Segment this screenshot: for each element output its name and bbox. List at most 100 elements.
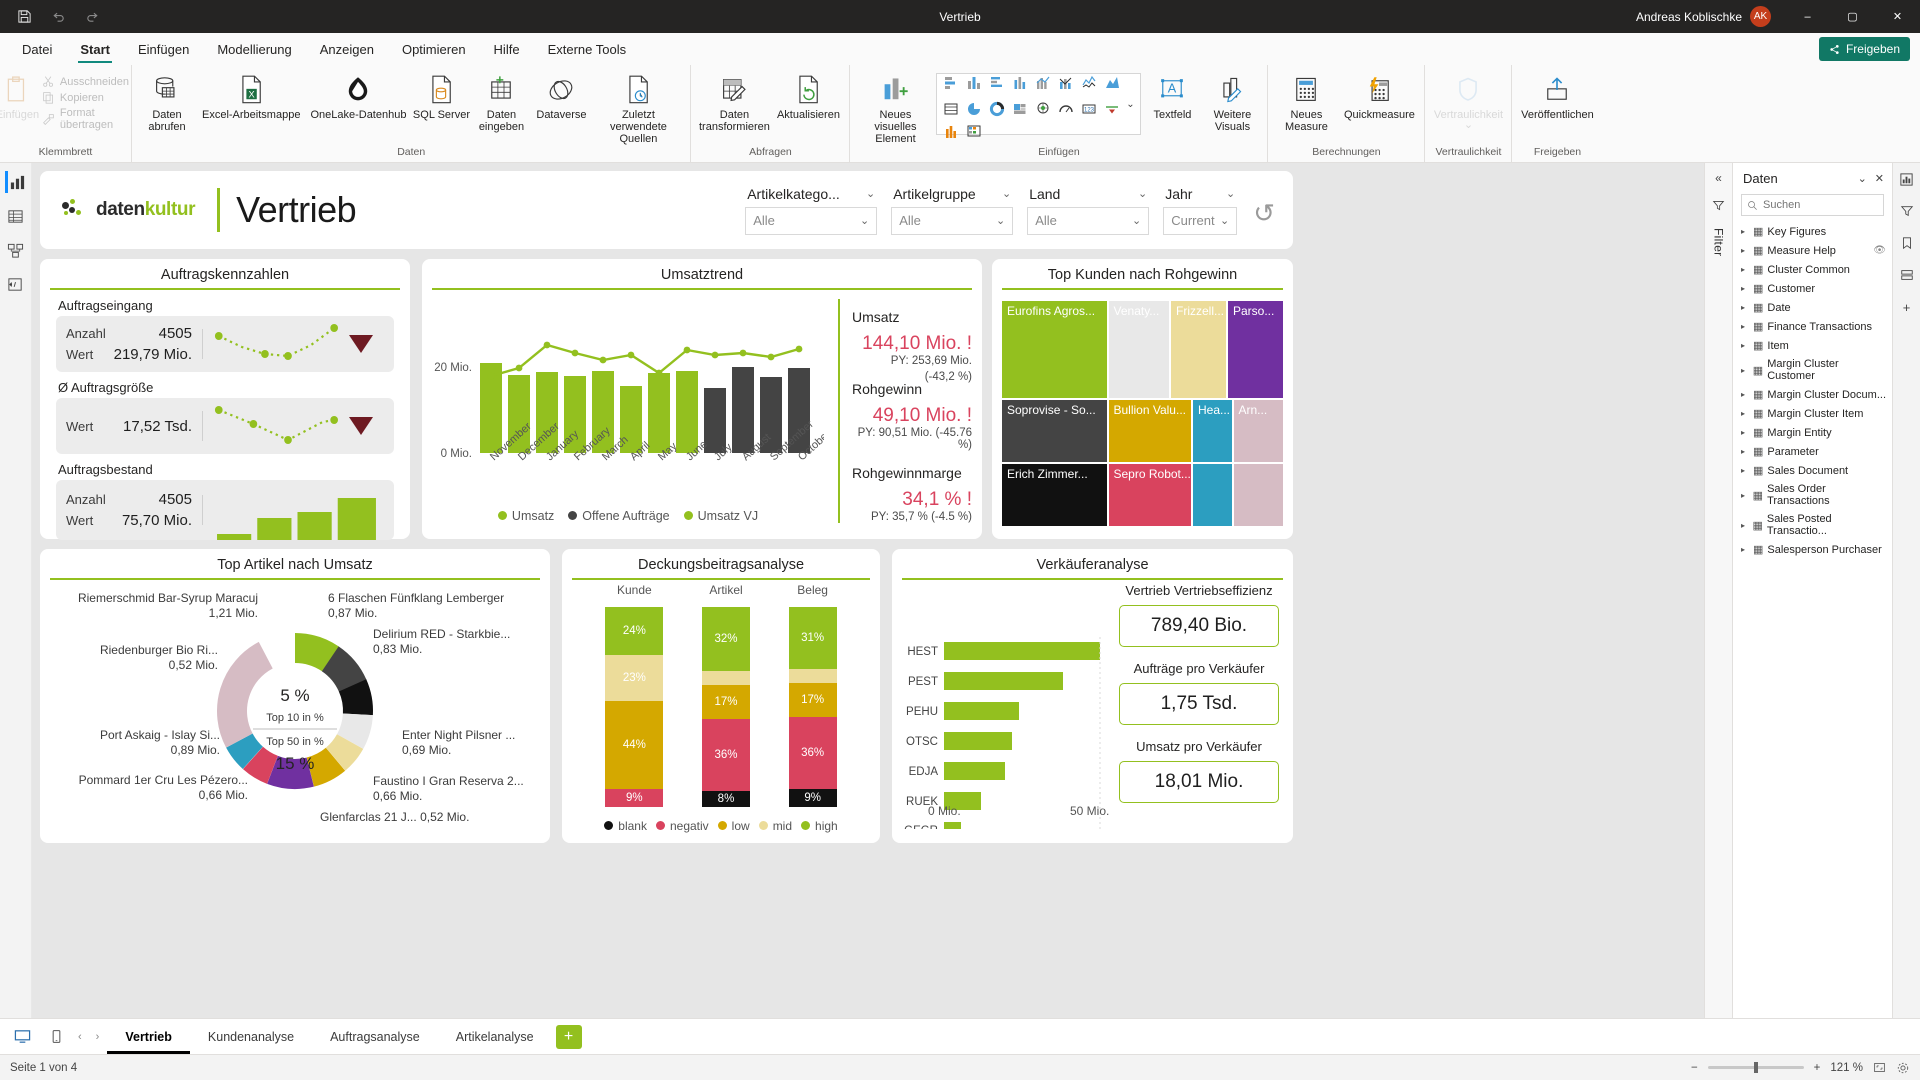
slicer-artikelkategorie[interactable]: Artikelkatego... ⌄ Alle ⌄ bbox=[745, 186, 878, 235]
visualizations-pane-icon[interactable] bbox=[1897, 169, 1917, 189]
chevron-left-double-icon[interactable]: « bbox=[1715, 171, 1722, 185]
donut-chart-icon[interactable] bbox=[986, 96, 1008, 122]
db-segment[interactable]: 9% bbox=[605, 789, 664, 807]
selection-pane-icon[interactable] bbox=[1897, 265, 1917, 285]
db-segment[interactable]: 32% bbox=[701, 607, 750, 671]
close-icon[interactable]: ✕ bbox=[1875, 172, 1884, 185]
data-pane-item-margin-entity[interactable]: ▸ ▦ Margin Entity bbox=[1733, 423, 1892, 442]
treemap-tile[interactable]: Soprovise - So... bbox=[1002, 400, 1107, 462]
ribbon-item-sql-server[interactable]: SQL Server bbox=[412, 69, 470, 121]
db-segment[interactable]: 9% bbox=[788, 789, 837, 807]
zoom-in-button[interactable]: + bbox=[1814, 1062, 1821, 1074]
ribbon-item-textfeld[interactable]: A Textfeld bbox=[1143, 69, 1201, 121]
chevron-right-icon[interactable]: ▸ bbox=[1741, 521, 1748, 530]
map-visual-icon[interactable] bbox=[1032, 96, 1054, 122]
save-icon[interactable] bbox=[14, 7, 34, 27]
treemap-tile[interactable]: Frizzell... bbox=[1171, 301, 1226, 398]
slicer-value-box[interactable]: Alle ⌄ bbox=[1027, 206, 1150, 235]
kpi-band-auftragsgroesse[interactable]: Wert 17,52 Tsd. bbox=[56, 398, 394, 454]
chevron-right-icon[interactable]: ▸ bbox=[1741, 341, 1749, 350]
report-canvas[interactable]: datenkultur Vertrieb Artikelkatego... ⌄ … bbox=[32, 163, 1704, 1018]
kpi-card-value-box[interactable]: 789,40 Bio. bbox=[1119, 605, 1279, 647]
pie-chart-icon[interactable] bbox=[963, 96, 985, 122]
ribbon-item-format-uebertragen[interactable]: Format übertragen bbox=[42, 107, 136, 131]
treemap-tile[interactable]: Eurofins Agros... bbox=[1002, 301, 1107, 398]
ribbon-item-ausschneiden[interactable]: Ausschneiden bbox=[42, 75, 136, 88]
db-segment[interactable] bbox=[788, 669, 837, 683]
funnel-icon[interactable] bbox=[1712, 199, 1725, 212]
tab-externe-tools[interactable]: Externe Tools bbox=[534, 33, 641, 65]
db-segment[interactable]: 8% bbox=[701, 791, 750, 807]
kpi-card-value-box[interactable]: 18,01 Mio. bbox=[1119, 761, 1279, 803]
card-visual-icon[interactable]: 123 bbox=[1078, 96, 1100, 122]
ribbon-item-aktualisieren[interactable]: Aktualisieren bbox=[773, 69, 843, 121]
chevron-down-icon[interactable]: ⌄ bbox=[1132, 214, 1141, 227]
gear-icon[interactable] bbox=[1896, 1061, 1910, 1075]
slicer-value-box[interactable]: Alle ⌄ bbox=[891, 206, 1014, 235]
line-chart-icon[interactable] bbox=[1078, 69, 1100, 95]
chevron-down-icon[interactable]: ⌄ bbox=[1220, 214, 1229, 227]
data-pane-item-margin-cluster-item[interactable]: ▸ ▦ Margin Cluster Item bbox=[1733, 404, 1892, 423]
dax-query-view-icon[interactable] bbox=[5, 273, 27, 295]
filters-pane-icon[interactable] bbox=[1897, 201, 1917, 221]
data-pane-item-sales-posted-transactions[interactable]: ▸ ▦ Sales Posted Transactio... bbox=[1733, 510, 1892, 540]
ribbon-item-zuletzt-verwendete-quellen[interactable]: Zuletzt verwendete Quellen bbox=[592, 69, 684, 145]
kpi-band-auftragsbestand[interactable]: Anzahl 4505 Wert 75,70 Mio. bbox=[56, 480, 394, 540]
tab-modellierung[interactable]: Modellierung bbox=[203, 33, 305, 65]
data-pane-item-sales-order-transactions[interactable]: ▸ ▦ Sales Order Transactions bbox=[1733, 480, 1892, 510]
column-chart-orange-icon[interactable] bbox=[940, 123, 962, 139]
chevron-right-icon[interactable]: ▸ bbox=[1741, 322, 1749, 331]
db-segment[interactable]: 17% bbox=[701, 685, 750, 719]
kpi-visual-icon[interactable] bbox=[1101, 96, 1123, 122]
stacked-column-chart-icon[interactable] bbox=[963, 69, 985, 95]
chevron-down-icon[interactable]: ⌄ bbox=[1226, 187, 1235, 200]
treemap-tile[interactable]: Erich Zimmer... bbox=[1002, 464, 1107, 526]
db-column-beleg[interactable]: Beleg 31% 17% 36% 9% bbox=[788, 583, 837, 807]
legend-item[interactable]: Offene Aufträge bbox=[568, 509, 670, 523]
legend-item[interactable]: Umsatz VJ bbox=[683, 509, 758, 523]
ribbon-item-onelake-datenhub[interactable]: OneLake-Datenhub bbox=[306, 69, 410, 121]
data-pane-item-item[interactable]: ▸ ▦ Item bbox=[1733, 336, 1892, 355]
visual-gallery-more-icon[interactable]: ⌄ bbox=[1123, 77, 1137, 131]
tab-einfuegen[interactable]: Einfügen bbox=[124, 33, 203, 65]
stacked-bar-chart-icon[interactable] bbox=[940, 69, 962, 95]
ribbon-item-dataverse[interactable]: Dataverse bbox=[532, 69, 590, 121]
tab-datei[interactable]: Datei bbox=[8, 33, 66, 65]
ribbon-item-neues-visuelles-element[interactable]: Neues visuelles Element bbox=[856, 69, 934, 145]
db-segment[interactable]: 17% bbox=[788, 683, 837, 717]
page-tab-vertrieb[interactable]: Vertrieb bbox=[107, 1019, 190, 1054]
slicer-jahr[interactable]: Jahr ⌄ Current ⌄ bbox=[1163, 186, 1238, 235]
table-visual-icon[interactable] bbox=[940, 96, 962, 122]
chevron-right-icon[interactable]: ▸ bbox=[1741, 284, 1749, 293]
umsatztrend-chart[interactable]: 20 Mio. 0 Mio. November December January… bbox=[428, 297, 824, 507]
chevron-right-icon[interactable]: ▸ bbox=[1741, 303, 1749, 312]
report-view-icon[interactable] bbox=[4, 171, 27, 193]
db-column-kunde[interactable]: Kunde 24% 23% 44% 9% bbox=[605, 583, 664, 807]
add-pane-icon[interactable]: + bbox=[1897, 297, 1917, 317]
chevron-right-icon[interactable]: ▸ bbox=[1741, 227, 1749, 236]
data-pane-item-finance-transactions[interactable]: ▸ ▦ Finance Transactions bbox=[1733, 317, 1892, 336]
treemap-tile[interactable]: Hea... bbox=[1193, 400, 1232, 462]
ribbon-item-daten-eingeben[interactable]: Daten eingeben bbox=[472, 69, 530, 133]
db-segment[interactable]: 23% bbox=[605, 655, 664, 701]
chevron-down-icon[interactable]: ⌄ bbox=[860, 214, 869, 227]
line-stacked-column-chart-icon[interactable] bbox=[1055, 69, 1077, 95]
model-view-icon[interactable] bbox=[5, 239, 27, 261]
bookmarks-pane-icon[interactable] bbox=[1897, 233, 1917, 253]
chevron-right-icon[interactable]: ▸ bbox=[1741, 545, 1749, 554]
page-prev-button[interactable]: ‹ bbox=[78, 1031, 82, 1043]
donut-top-artikel[interactable]: 5 % Top 10 in % Top 50 in % 15 % 6 Flasc… bbox=[40, 585, 550, 843]
chevron-right-icon[interactable]: ▸ bbox=[1741, 491, 1749, 500]
legend-item[interactable]: mid bbox=[758, 819, 792, 833]
treemap-tile[interactable]: Parso... bbox=[1228, 301, 1283, 398]
treemap-tile[interactable]: Arn... bbox=[1233, 400, 1283, 462]
db-segment[interactable] bbox=[701, 671, 750, 685]
reset-filters-icon[interactable]: ↺ bbox=[1253, 198, 1275, 229]
legend-item[interactable]: negativ bbox=[655, 819, 709, 833]
data-pane-item-margin-cluster-customer[interactable]: ▸ ▦ Margin Cluster Customer bbox=[1733, 355, 1892, 385]
add-page-button[interactable]: + bbox=[552, 1019, 586, 1054]
page-tab-kundenanalyse[interactable]: Kundenanalyse bbox=[190, 1019, 312, 1054]
kpi-band-auftragseingang[interactable]: Anzahl 4505 Wert 219,79 Mio. bbox=[56, 316, 394, 372]
ribbon-item-daten-transformieren[interactable]: Daten transformieren bbox=[697, 69, 771, 133]
slicer-header[interactable]: Land ⌄ bbox=[1027, 186, 1149, 207]
